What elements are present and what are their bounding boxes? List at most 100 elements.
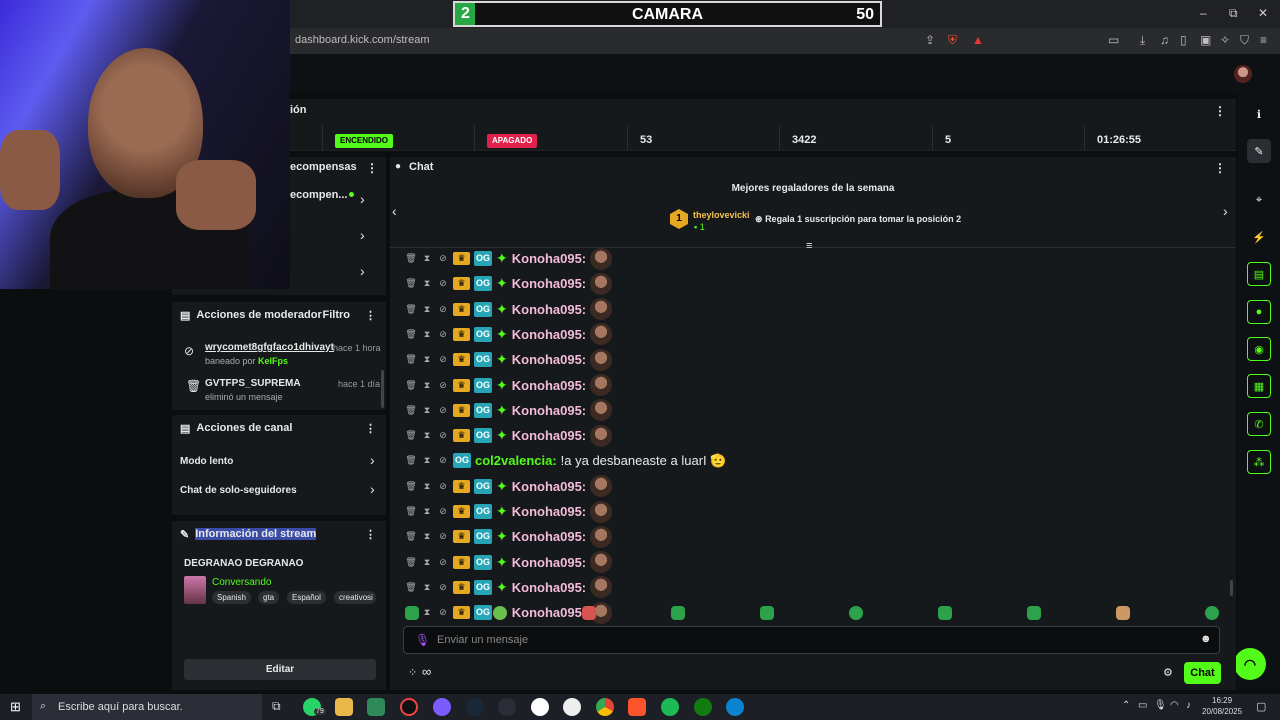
channel-actions-menu-icon[interactable]: ⋮ [365, 422, 376, 435]
chat-username[interactable]: Konoha095: [512, 428, 586, 443]
followers-only-item[interactable]: Chat de solo-seguidores [180, 485, 297, 496]
timeout-icon[interactable]: ⧗ [421, 253, 433, 264]
bolt-icon[interactable]: ⚡ [1247, 225, 1271, 249]
timeout-icon[interactable]: ⧗ [421, 506, 433, 517]
rewards-item[interactable]: ecompen... [290, 189, 347, 201]
timeout-icon[interactable]: ⧗ [421, 557, 433, 568]
microphone-icon[interactable]: 🎙 [415, 633, 430, 647]
chat-message[interactable]: 🗑⧗⊘♛OG✦Konoha095: [405, 550, 613, 575]
chat-message[interactable]: 🗑⧗⊘♛OG✦Konoha095: [405, 499, 613, 524]
ban-icon[interactable]: ⊘ [437, 557, 449, 568]
broadcast-icon[interactable]: ◉ [1247, 337, 1271, 361]
tag-chip[interactable]: Spanish [212, 591, 251, 604]
emote-icon[interactable] [1027, 606, 1041, 620]
delete-icon[interactable]: 🗑 [405, 582, 417, 593]
chat-menu-icon[interactable]: ⋮ [1214, 161, 1226, 175]
info-icon[interactable]: ℹ [1247, 102, 1271, 126]
chat-username[interactable]: Konoha095: [512, 403, 586, 418]
media-icon[interactable]: ♫ [1160, 33, 1169, 47]
ban-icon[interactable]: ⊘ [437, 481, 449, 492]
channel-points-icon[interactable]: ⁘ [408, 666, 417, 679]
gift-cta[interactable]: ⊛ Regala 1 suscripción para tomar la pos… [755, 214, 961, 225]
mod-actions-menu-icon[interactable]: ⋮ [365, 309, 376, 322]
category-name[interactable]: Conversando [212, 577, 271, 588]
tag-chip[interactable]: gta [258, 591, 280, 604]
target-icon[interactable]: ⌖ [1247, 188, 1271, 212]
leo-ai-icon[interactable]: ✧ [1220, 33, 1230, 47]
brave-icon[interactable] [628, 698, 646, 716]
ban-icon[interactable]: ⊘ [437, 531, 449, 542]
ban-icon[interactable]: ⊘ [437, 506, 449, 517]
user-avatar[interactable] [1234, 65, 1252, 83]
timeout-icon[interactable]: ⧗ [421, 329, 433, 340]
chat-username[interactable]: Konoha095: [512, 378, 586, 393]
send-chat-button[interactable]: Chat [1184, 662, 1221, 684]
ban-icon[interactable]: ⊘ [437, 354, 449, 365]
timeout-icon[interactable]: ⧗ [421, 455, 433, 466]
wifi-icon[interactable]: ◠ [1170, 700, 1179, 711]
delete-icon[interactable]: 🗑 [405, 329, 417, 340]
tag-chip[interactable]: Español [287, 591, 326, 604]
emote-icon[interactable] [1116, 606, 1130, 620]
clock-date[interactable]: 20/08/2025 [1202, 707, 1242, 716]
ban-icon[interactable]: ⊘ [437, 304, 449, 315]
emote-icon[interactable] [582, 606, 596, 620]
chevron-right-icon[interactable]: › [1223, 203, 1228, 219]
timeout-icon[interactable]: ⧗ [421, 380, 433, 391]
xbox-icon[interactable] [694, 698, 712, 716]
chat-message[interactable]: 🗑⧗⊘♛OG✦Konoha095: [405, 373, 613, 398]
store-icon[interactable] [367, 698, 385, 716]
chat-message[interactable]: 🗑⧗⊘♛OG✦Konoha095: [405, 398, 613, 423]
stats-menu-icon[interactable]: ⋮ [1214, 104, 1226, 118]
chat-username[interactable]: Konoha095: [512, 352, 586, 367]
wallet-icon[interactable]: ▣ [1200, 33, 1211, 47]
clock-time[interactable]: 16:29 [1212, 696, 1232, 705]
ban-icon[interactable]: ⊘ [437, 380, 449, 391]
rewards-menu-icon[interactable]: ⋮ [366, 161, 378, 175]
emote-icon[interactable] [938, 606, 952, 620]
ban-icon[interactable]: ⊘ [437, 582, 449, 593]
scrollbar[interactable] [381, 370, 384, 408]
delete-icon[interactable]: 🗑 [405, 354, 417, 365]
layout-icon[interactable]: ▦ [1247, 374, 1271, 398]
emote-icon[interactable] [671, 606, 685, 620]
settings-gear-icon[interactable]: ⚙ [1163, 666, 1173, 679]
support-headset-icon[interactable]: ◠ [1234, 648, 1266, 680]
notifications-icon[interactable]: ▢ [1256, 700, 1266, 713]
windows-start-icon[interactable]: ⊞ [10, 699, 21, 715]
pinned-filter-icon[interactable]: ≡ [806, 240, 812, 252]
mod-actor[interactable]: KelFps [258, 356, 288, 366]
timeout-icon[interactable]: ⧗ [421, 531, 433, 542]
emote-icon[interactable] [760, 606, 774, 620]
app-icon[interactable] [563, 698, 581, 716]
chevron-right-icon[interactable]: › [370, 481, 375, 497]
brave-rewards-icon[interactable]: ▲ [972, 33, 984, 47]
brave-shield-icon[interactable]: ⛨ [948, 33, 957, 48]
message-input[interactable]: Enviar un mensaje [437, 634, 528, 646]
ban-icon[interactable]: ⊘ [437, 278, 449, 289]
app-icon[interactable] [400, 698, 418, 716]
chevron-right-icon[interactable]: › [370, 452, 375, 468]
chat-message[interactable]: 🗑⧗⊘♛OG✦Konoha095: [405, 524, 613, 549]
slow-mode-item[interactable]: Modo lento [180, 456, 233, 467]
close-window-button[interactable]: ✕ [1258, 6, 1268, 20]
chat-message[interactable]: 🗑⧗⊘♛OG✦Konoha095: [405, 575, 613, 600]
chat-message[interactable]: 🗑⧗⊘♛OG✦Konoha095: [405, 347, 613, 372]
chat-username[interactable]: Konoha095: [512, 251, 586, 266]
delete-icon[interactable]: 🗑 [405, 481, 417, 492]
filter-button[interactable]: Filtro [323, 309, 351, 321]
chat-username[interactable]: Konoha095: [512, 529, 586, 544]
download-icon[interactable]: ⤓ [1140, 33, 1145, 48]
chat-username[interactable]: Konoha095: [512, 276, 586, 291]
vpn-icon[interactable]: ⛉ [1240, 33, 1249, 48]
sidebar-toggle-icon[interactable]: ▯ [1180, 33, 1187, 47]
chat-scrollbar[interactable] [1230, 580, 1233, 596]
ban-icon[interactable]: ⊘ [437, 430, 449, 441]
delete-icon[interactable]: 🗑 [405, 455, 417, 466]
delete-icon[interactable]: 🗑 [405, 380, 417, 391]
chat-username[interactable]: Konoha095: [512, 479, 586, 494]
chevron-right-icon[interactable]: › [360, 227, 365, 243]
chrome-icon[interactable] [596, 698, 614, 716]
minimize-button[interactable]: – [1200, 6, 1207, 20]
delete-icon[interactable]: 🗑 [405, 531, 417, 542]
